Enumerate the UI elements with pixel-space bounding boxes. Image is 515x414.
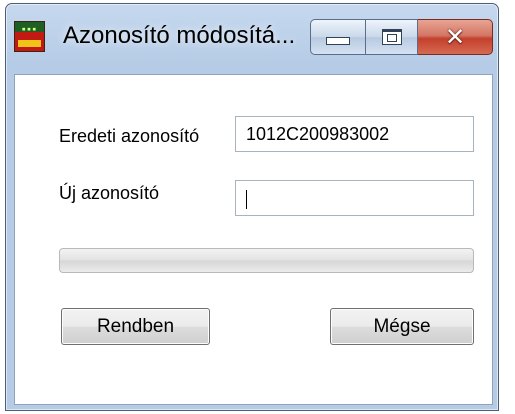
- minimize-button[interactable]: [310, 19, 366, 55]
- original-id-label: Eredeti azonosító: [59, 126, 200, 146]
- dialog-content: Eredeti azonosító Új azonosító Rendben M…: [14, 74, 493, 405]
- progress-bar: [59, 248, 474, 273]
- minimize-icon: [326, 37, 350, 45]
- text-caret: [246, 190, 247, 209]
- dialog-window: ▪▪▪ Azonosító módosítá... ✕ Eredeti azon…: [5, 3, 499, 411]
- new-id-label: Új azonosító: [59, 183, 160, 203]
- original-id-field[interactable]: [235, 116, 474, 152]
- cancel-button[interactable]: Mégse: [330, 308, 474, 345]
- maximize-icon: [381, 29, 402, 45]
- maximize-button[interactable]: [366, 19, 418, 55]
- app-icon-text: ▪▪▪: [21, 25, 38, 33]
- ok-button[interactable]: Rendben: [61, 308, 210, 345]
- title-bar[interactable]: ▪▪▪ Azonosító módosítá... ✕: [6, 4, 498, 74]
- app-icon-stripe: [18, 40, 41, 47]
- close-button[interactable]: ✕: [418, 19, 493, 55]
- close-icon: ✕: [444, 23, 466, 51]
- window-title: Azonosító módosítá...: [63, 22, 296, 49]
- app-icon[interactable]: ▪▪▪: [14, 21, 45, 52]
- new-id-field[interactable]: [235, 180, 474, 216]
